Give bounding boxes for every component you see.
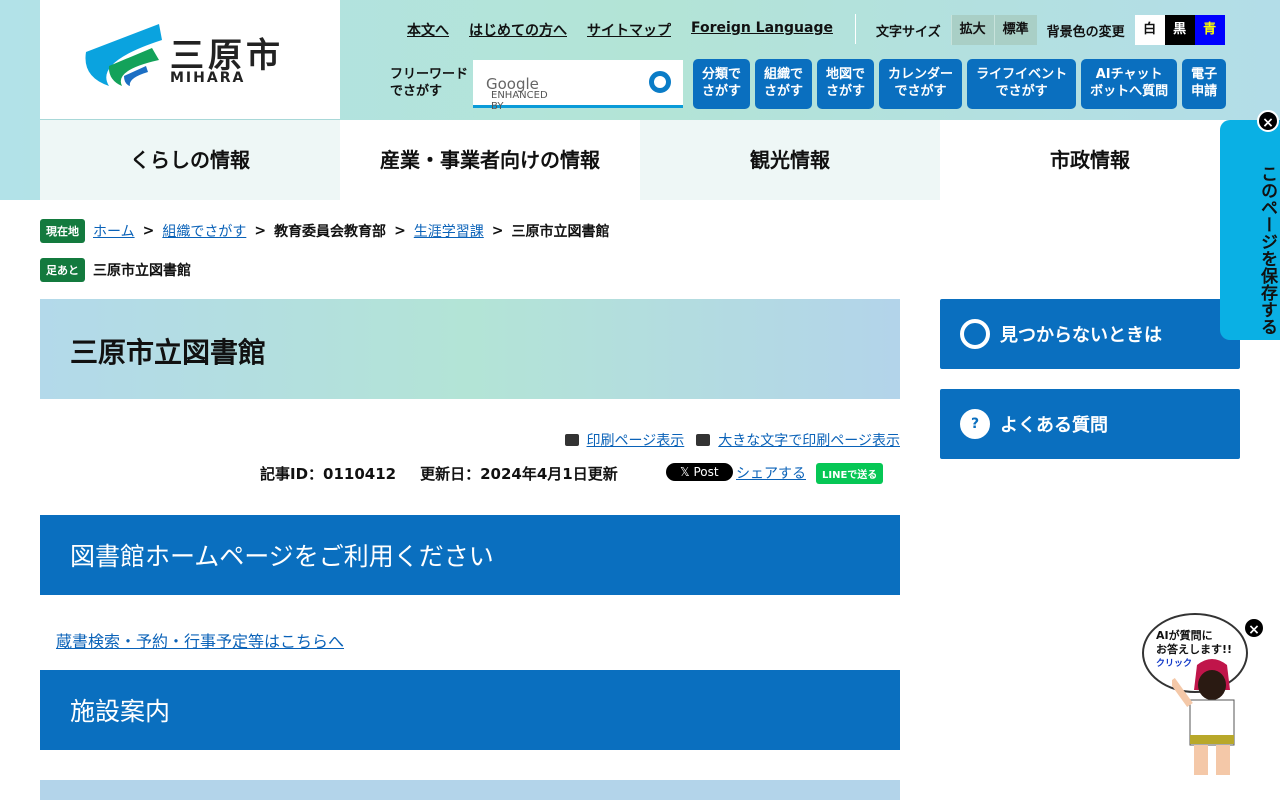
link-skip-to-content[interactable]: 本文へ	[407, 20, 449, 40]
search-by-organization-button[interactable]: 組織で さがす	[755, 59, 813, 109]
global-nav: くらしの情報 産業・事業者向けの情報 観光情報 市政情報	[40, 120, 1240, 200]
not-found-label: 見つからないときは	[1000, 325, 1162, 346]
nav-business[interactable]: 産業・事業者向けの情報	[340, 120, 640, 200]
link-foreign-language[interactable]: Foreign Language	[691, 20, 833, 40]
search-placeholder: ENHANCED BY	[491, 90, 548, 112]
ai-bubble-line1: AIが質問に	[1156, 629, 1213, 642]
faq-label: よくある質問	[1000, 415, 1108, 436]
site-logo[interactable]: 三原市 MIHARA	[40, 0, 340, 120]
footprint: 足あと 三原市立図書館	[40, 258, 191, 282]
updated-date: 更新日：2024年4月1日更新	[420, 465, 618, 483]
section-heading: 図書館ホームページをご利用ください	[40, 515, 900, 595]
close-icon[interactable]: ×	[1257, 110, 1279, 132]
breadcrumb: 現在地 ホーム > 組織でさがす > 教育委員会教育部 > 生涯学習課 > 三原市立図書…	[40, 219, 610, 243]
bg-color-label: 背景色の変更	[1046, 24, 1125, 40]
footprint-item: 三原市立図書館	[93, 263, 191, 279]
search-icon[interactable]	[649, 71, 671, 93]
question-icon: ?	[960, 409, 990, 439]
catalog-search-link[interactable]: 蔵書検索・予約・行事予定等はこちらへ	[56, 628, 344, 652]
mascot-character[interactable]	[1172, 655, 1252, 780]
article-id: 記事ID：0110412	[260, 465, 397, 483]
font-size-label: 文字サイズ	[876, 24, 941, 40]
nav-living[interactable]: くらしの情報	[40, 120, 340, 200]
top-links: 本文へ はじめての方へ サイトマップ Foreign Language	[407, 20, 833, 40]
search-by-category-button[interactable]: 分類で さがす	[693, 59, 751, 109]
breadcrumb-current: 三原市立図書館	[511, 224, 610, 240]
search-by-life-event-button[interactable]: ライフイベント でさがす	[967, 59, 1077, 109]
section-heading: 施設案内	[40, 670, 900, 750]
ai-chatbot-button[interactable]: AIチャット ボットへ質問	[1081, 59, 1178, 109]
bg-white-button[interactable]: 白	[1134, 15, 1165, 45]
logo-icon	[85, 24, 162, 86]
search-input[interactable]: ENHANCED BY Google	[473, 60, 683, 112]
page-title: 三原市立図書館	[40, 299, 900, 399]
line-share-button[interactable]: LINEで送る	[816, 463, 884, 484]
font-size-standard-button[interactable]: 標準	[993, 15, 1037, 45]
save-page-tab[interactable]: このページを保存する	[1220, 120, 1280, 340]
next-section-banner	[40, 780, 900, 800]
divider	[855, 14, 856, 44]
breadcrumb-organization[interactable]: 組織でさがす	[162, 221, 246, 241]
article-meta: 記事ID：0110412 更新日：2024年4月1日更新	[260, 463, 618, 484]
breadcrumb-tag: 現在地	[40, 219, 85, 243]
print-page-link[interactable]: 印刷ページ表示	[587, 433, 685, 449]
bg-blue-button[interactable]: 青	[1194, 15, 1225, 45]
close-icon[interactable]: ×	[1243, 617, 1265, 639]
x-post-button[interactable]: 𝕏 Post	[666, 463, 733, 481]
nav-tourism[interactable]: 観光情報	[640, 120, 940, 200]
print-large-link[interactable]: 大きな文字で印刷ページ表示	[718, 433, 900, 449]
print-links: 印刷ページ表示 大きな文字で印刷ページ表示	[564, 430, 900, 450]
footprint-tag: 足あと	[40, 258, 85, 282]
logo-subtitle: MIHARA	[170, 70, 246, 86]
quick-search-buttons: 分類で さがす 組織で さがす 地図で さがす カレンダー でさがす ライフイベ…	[693, 59, 1227, 109]
display-options: 文字サイズ 拡大 標準 背景色の変更 白 黒 青	[876, 15, 1225, 45]
search-by-map-button[interactable]: 地図で さがす	[817, 59, 875, 109]
bg-black-button[interactable]: 黒	[1164, 15, 1195, 45]
nav-city-government[interactable]: 市政情報	[940, 120, 1240, 200]
link-sitemap[interactable]: サイトマップ	[587, 20, 671, 40]
faq-button[interactable]: ? よくある質問	[940, 389, 1240, 459]
breadcrumb-home[interactable]: ホーム	[93, 221, 135, 241]
link-first-time[interactable]: はじめての方へ	[469, 20, 567, 40]
breadcrumb-lifelong-learning[interactable]: 生涯学習課	[414, 221, 484, 241]
search-by-calendar-button[interactable]: カレンダー でさがす	[879, 59, 963, 109]
printer-icon	[564, 434, 579, 446]
printer-icon	[696, 434, 711, 446]
font-size-large-button[interactable]: 拡大	[950, 15, 994, 45]
breadcrumb-education: 教育委員会教育部	[274, 224, 387, 240]
search-icon	[960, 319, 990, 349]
search-label: フリーワードでさがす	[390, 67, 469, 99]
facebook-share-link[interactable]: シェアする	[736, 463, 806, 483]
not-found-button[interactable]: 見つからないときは	[940, 299, 1240, 369]
e-application-button[interactable]: 電子 申請	[1182, 59, 1227, 109]
